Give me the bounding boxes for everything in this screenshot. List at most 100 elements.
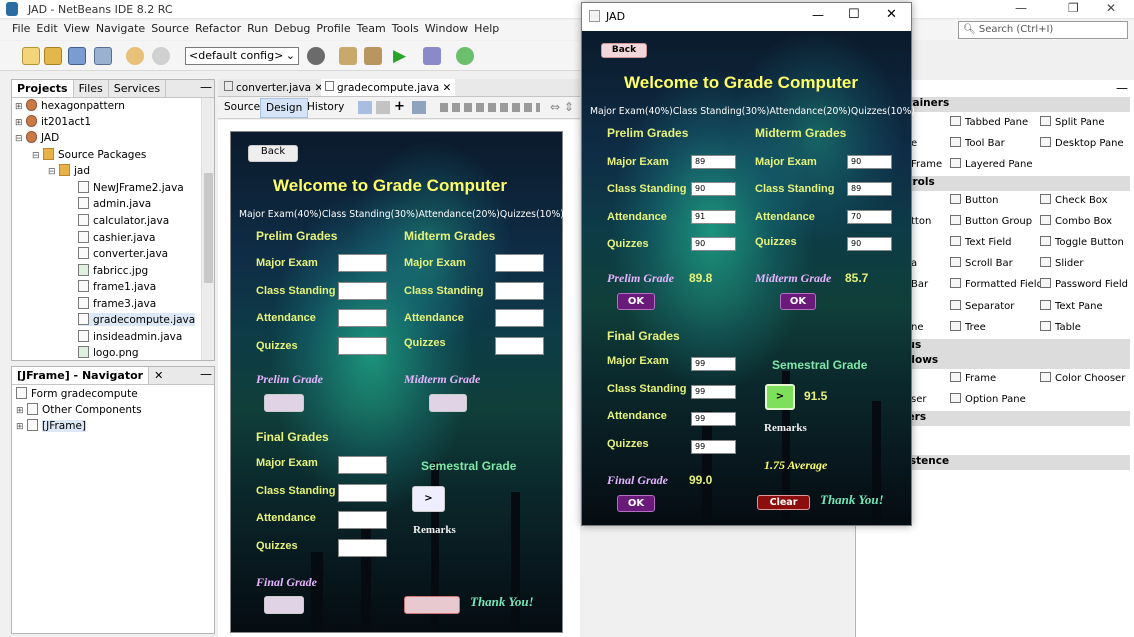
history-mode-button[interactable]: History bbox=[307, 101, 344, 113]
open-project-icon[interactable] bbox=[68, 47, 86, 65]
menu-tools[interactable]: Tools bbox=[389, 20, 422, 35]
projects-scrollbar[interactable] bbox=[201, 98, 214, 360]
prelim-ok-button[interactable] bbox=[264, 394, 304, 412]
connection-mode-icon[interactable] bbox=[376, 101, 390, 114]
palette-left-fragment[interactable]: ne bbox=[911, 322, 924, 333]
midterm-quiz-field[interactable] bbox=[495, 337, 544, 355]
redo-icon[interactable] bbox=[152, 47, 170, 65]
palette-split-pane[interactable]: Split Pane bbox=[1040, 116, 1105, 128]
maximize-button[interactable]: ❐ bbox=[1068, 1, 1079, 15]
palette-left-fragment[interactable]: tton bbox=[911, 216, 931, 227]
jad-back-button[interactable]: Back bbox=[601, 43, 647, 58]
jad-midterm-att-field[interactable]: 70 bbox=[847, 210, 892, 224]
menu-team[interactable]: Team bbox=[354, 20, 389, 35]
menu-profile[interactable]: Profile bbox=[313, 20, 353, 35]
palette-check-box[interactable]: Check Box bbox=[1040, 194, 1108, 206]
jad-final-class-field[interactable]: 99 bbox=[691, 385, 736, 399]
search-input[interactable]: 🔍︎ Search (Ctrl+I) bbox=[958, 21, 1128, 39]
jad-prelim-ok-button[interactable]: OK bbox=[617, 293, 655, 310]
back-button[interactable]: Back bbox=[248, 145, 298, 162]
close-button[interactable]: ✕ bbox=[1106, 1, 1116, 15]
palette-password-field[interactable]: Password Field bbox=[1040, 278, 1128, 290]
prelim-class-field[interactable] bbox=[338, 282, 387, 300]
palette-left-fragment[interactable]: Frame bbox=[911, 159, 942, 170]
tree-node-file[interactable]: logo.png bbox=[78, 346, 139, 359]
jad-midterm-ok-button[interactable]: OK bbox=[780, 293, 816, 310]
preview-icon[interactable] bbox=[412, 101, 426, 114]
tree-node-jad[interactable]: ⊟ JAD bbox=[15, 131, 59, 144]
design-frame[interactable]: Back Welcome to Grade Computer Major Exa… bbox=[230, 131, 564, 633]
prelim-major-field[interactable] bbox=[338, 254, 387, 272]
tree-node-hexagonpattern[interactable]: ⊞ hexagonpattern bbox=[15, 99, 125, 112]
tree-node-file-selected[interactable]: gradecompute.java bbox=[78, 313, 196, 326]
midterm-major-field[interactable] bbox=[495, 254, 544, 272]
palette-button-group[interactable]: Button Group bbox=[950, 215, 1032, 227]
design-mode-button[interactable]: Design bbox=[260, 98, 309, 118]
profile-icon[interactable] bbox=[456, 47, 474, 65]
save-all-icon[interactable] bbox=[94, 47, 112, 65]
navigator-form-node[interactable]: Form gradecompute bbox=[16, 387, 138, 400]
palette-option-pane[interactable]: Option Pane bbox=[950, 393, 1026, 405]
tree-node-file[interactable]: frame3.java bbox=[78, 297, 156, 310]
debug-icon[interactable] bbox=[423, 47, 441, 65]
palette-desktop-pane[interactable]: Desktop Pane bbox=[1040, 137, 1124, 149]
menu-window[interactable]: Window bbox=[422, 20, 471, 35]
tree-node-file[interactable]: cashier.java bbox=[78, 231, 155, 244]
jad-close-button[interactable]: ✕ bbox=[886, 7, 897, 22]
jad-final-quiz-field[interactable]: 99 bbox=[691, 440, 736, 454]
globe-icon[interactable] bbox=[307, 47, 325, 65]
palette-separator[interactable]: Separator bbox=[950, 300, 1014, 312]
palette-toggle-button[interactable]: Toggle Button bbox=[1040, 236, 1124, 248]
palette-text-pane[interactable]: Text Pane bbox=[1040, 300, 1103, 312]
jad-final-major-field[interactable]: 99 bbox=[691, 357, 736, 371]
navigator-other-components[interactable]: ⊞ Other Components bbox=[16, 403, 142, 416]
jad-prelim-major-field[interactable]: 89 bbox=[691, 155, 736, 169]
tree-node-jad-package[interactable]: ⊟ jad bbox=[48, 164, 90, 177]
jad-midterm-class-field[interactable]: 89 bbox=[847, 182, 892, 196]
palette-combo-box[interactable]: Combo Box bbox=[1040, 215, 1112, 227]
run-icon[interactable]: ▶ bbox=[393, 47, 411, 65]
menu-view[interactable]: View bbox=[61, 20, 93, 35]
compute-button[interactable]: > bbox=[412, 486, 445, 512]
jad-prelim-class-field[interactable]: 90 bbox=[691, 182, 736, 196]
undo-icon[interactable] bbox=[126, 47, 144, 65]
tab-services[interactable]: Services bbox=[109, 80, 167, 97]
tree-node-it201act1[interactable]: ⊞ it201act1 bbox=[15, 115, 91, 128]
tab-projects[interactable]: Projects bbox=[12, 80, 74, 97]
palette-left-fragment[interactable]: ser bbox=[911, 394, 926, 405]
palette-text-field[interactable]: Text Field bbox=[950, 236, 1011, 248]
navigator-minimize-button[interactable]: — bbox=[200, 367, 212, 381]
tree-node-file[interactable]: fabricc.jpg bbox=[78, 264, 148, 277]
menu-edit[interactable]: Edit bbox=[33, 20, 60, 35]
palette-formatted-field[interactable]: Formatted Field bbox=[950, 278, 1043, 290]
menu-refactor[interactable]: Refactor bbox=[192, 20, 244, 35]
tab-files[interactable]: Files bbox=[74, 80, 109, 97]
menu-source[interactable]: Source bbox=[148, 20, 192, 35]
palette-layered-pane[interactable]: Layered Pane bbox=[950, 158, 1033, 170]
final-ok-button[interactable] bbox=[264, 596, 304, 614]
jad-prelim-quiz-field[interactable]: 90 bbox=[691, 237, 736, 251]
jad-final-ok-button[interactable]: OK bbox=[617, 495, 655, 512]
jad-prelim-att-field[interactable]: 91 bbox=[691, 210, 736, 224]
jad-window[interactable]: JAD — ☐ ✕ Back Welcome to Grade Computer… bbox=[581, 2, 915, 526]
menu-file[interactable]: File bbox=[0, 20, 33, 35]
palette-left-fragment[interactable]: Bar bbox=[911, 279, 928, 290]
new-project-icon[interactable] bbox=[44, 47, 62, 65]
tree-node-file[interactable]: calculator.java bbox=[78, 214, 169, 227]
menu-run[interactable]: Run bbox=[244, 20, 271, 35]
tree-node-source-packages[interactable]: ⊟ Source Packages bbox=[32, 148, 146, 161]
tree-node-file[interactable]: admin.java bbox=[78, 197, 151, 210]
add-icon[interactable]: + bbox=[394, 99, 405, 114]
menu-debug[interactable]: Debug bbox=[271, 20, 313, 35]
palette-scroll-bar[interactable]: Scroll Bar bbox=[950, 257, 1013, 269]
hammer-icon[interactable] bbox=[339, 47, 357, 65]
jad-clear-button[interactable]: Clear bbox=[757, 495, 810, 510]
final-major-field[interactable] bbox=[338, 456, 387, 474]
palette-minimize-button[interactable]: — bbox=[1116, 81, 1128, 95]
midterm-att-field[interactable] bbox=[495, 309, 544, 327]
close-icon[interactable]: ✕ bbox=[149, 367, 168, 384]
palette-tabbed-pane[interactable]: Tabbed Pane bbox=[950, 116, 1028, 128]
midterm-class-field[interactable] bbox=[495, 282, 544, 300]
final-att-field[interactable] bbox=[338, 511, 387, 529]
midterm-ok-button[interactable] bbox=[429, 394, 467, 412]
